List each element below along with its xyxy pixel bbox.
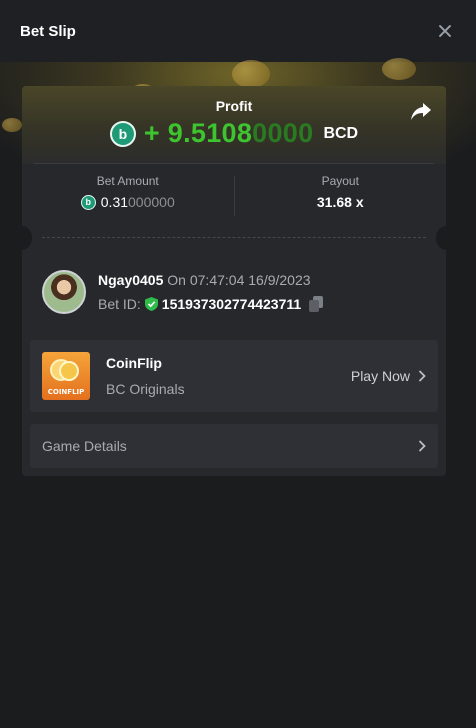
coin-icon [59, 361, 79, 381]
close-icon[interactable] [434, 20, 456, 42]
bet-amount-value: b 0.31000000 [80, 194, 175, 210]
bet-id-label: Bet ID: [98, 296, 141, 312]
copy-icon[interactable] [309, 296, 324, 312]
modal-header: Bet Slip [0, 0, 476, 62]
play-now-button[interactable]: Play Now [351, 368, 426, 384]
bet-card: Profit b + 9.51080000 BCD Bet Amount b 0… [22, 86, 446, 476]
user-row: Ngay0405 On 07:47:04 16/9/2023 Bet ID: 1… [42, 270, 426, 314]
divider [34, 163, 434, 164]
bet-stats: Bet Amount b 0.31000000 Payout 31.68 x [22, 174, 447, 216]
bcd-coin-icon: b [109, 120, 136, 147]
decorative-coin-icon [232, 60, 270, 88]
bet-slip-modal: Bet Slip Profit b + 9.51080000 BCD Bet A… [0, 0, 476, 728]
profit-row: b + 9.51080000 BCD [22, 118, 446, 149]
user-line: Ngay0405 On 07:47:04 16/9/2023 [98, 272, 323, 288]
game-provider: BC Originals [106, 381, 185, 397]
on-prefix: On [167, 272, 186, 288]
payout-value: 31.68 x [316, 194, 364, 210]
bcd-coin-icon: b [80, 194, 96, 210]
bet-id-line: Bet ID: 151937302774423711 [98, 296, 324, 312]
shield-check-icon [144, 297, 158, 311]
chevron-right-icon [418, 370, 426, 382]
bet-id-value: 151937302774423711 [161, 296, 302, 312]
decorative-coin-icon [382, 58, 416, 80]
play-now-label: Play Now [350, 368, 410, 384]
game-details-button[interactable]: Game Details [30, 424, 438, 468]
game-details-label: Game Details [42, 438, 127, 454]
bet-amount-label: Bet Amount [96, 174, 159, 188]
username[interactable]: Ngay0405 [98, 272, 163, 288]
user-info: Ngay0405 On 07:47:04 16/9/2023 Bet ID: 1… [98, 272, 324, 312]
bet-amount-stat: Bet Amount b 0.31000000 [22, 174, 234, 214]
payout-stat: Payout 31.68 x [235, 174, 447, 214]
avatar[interactable] [42, 270, 86, 314]
game-text: CoinFlip BC Originals [106, 355, 185, 397]
decorative-coin-icon [2, 118, 22, 132]
profit-label: Profit [215, 98, 253, 114]
modal-title: Bet Slip [20, 22, 76, 40]
chevron-right-icon [418, 440, 426, 452]
game-row[interactable]: COINFLIP CoinFlip BC Originals Play Now [30, 340, 438, 412]
payout-label: Payout [321, 174, 359, 188]
profit-currency: BCD [323, 124, 359, 142]
game-thumbnail[interactable]: COINFLIP [42, 352, 90, 400]
ticket-notch [22, 226, 32, 250]
share-icon[interactable] [410, 102, 432, 122]
game-name: CoinFlip [106, 355, 162, 371]
ticket-notch [436, 226, 446, 250]
game-thumb-label: COINFLIP [47, 388, 85, 396]
bet-datetime: 07:47:04 16/9/2023 [189, 272, 311, 288]
dashed-separator [42, 237, 426, 238]
profit-value: + 9.51080000 [143, 118, 314, 148]
